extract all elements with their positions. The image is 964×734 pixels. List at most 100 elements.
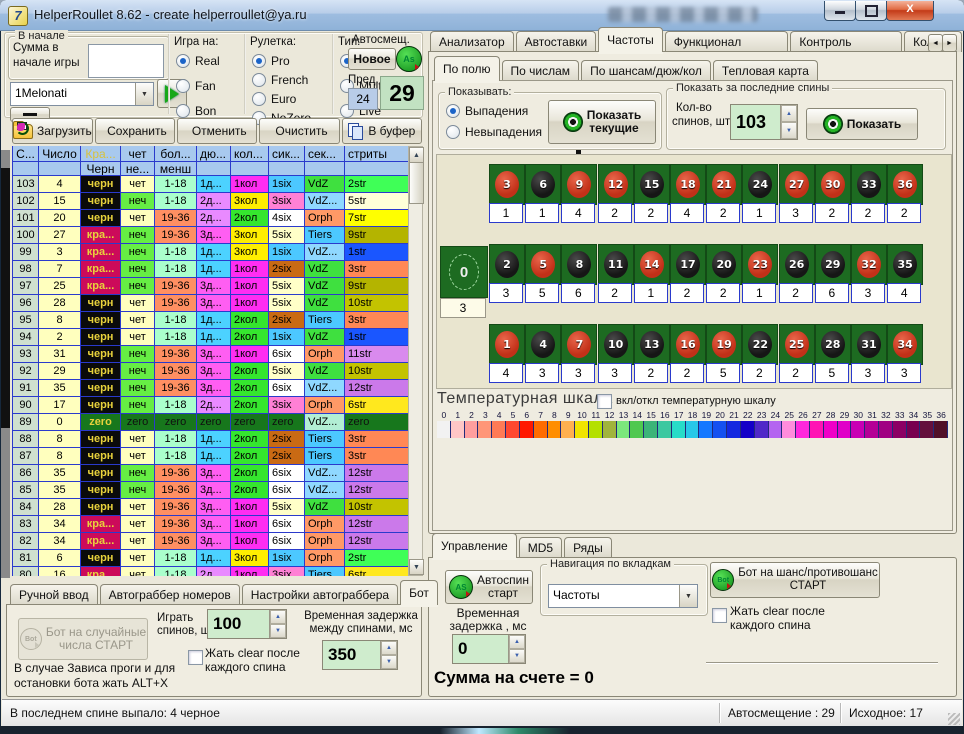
- autoshift-icon[interactable]: As: [396, 46, 422, 72]
- nav-combobox[interactable]: Частоты ▼: [548, 584, 698, 608]
- table-cell: сик...: [269, 146, 305, 162]
- radio-icon[interactable]: [176, 104, 190, 118]
- table-cell: чет: [121, 176, 155, 193]
- tab-main-5[interactable]: Контроль банкролла: [790, 31, 902, 52]
- board-count: 2: [598, 203, 632, 223]
- table-cell: VdZ...: [305, 465, 345, 482]
- board-number: 9: [567, 171, 591, 198]
- radio-icon[interactable]: [446, 125, 460, 139]
- temp-scale-value: 29: [838, 410, 852, 421]
- table-cell: 2six: [269, 261, 305, 278]
- radio-icon[interactable]: [252, 92, 266, 106]
- toolbar-button-copy[interactable]: В буфер: [342, 118, 422, 144]
- clear-after-spin-checkbox[interactable]: [188, 650, 203, 665]
- spin-up-icon[interactable]: ▲: [270, 610, 286, 624]
- board-number-cell: 6: [525, 164, 561, 205]
- temp-scale-checkbox[interactable]: [597, 394, 612, 409]
- table-row: 9331черннеч19-363д...1кол6sixOrph11str: [13, 346, 409, 363]
- temp-scale-value: 22: [741, 410, 755, 421]
- radio-icon[interactable]: [176, 54, 190, 68]
- tab-sub-1[interactable]: По полю: [434, 56, 500, 81]
- close-button[interactable]: X: [886, 1, 934, 21]
- tab-main-3[interactable]: Частоты: [598, 27, 663, 52]
- table-cell: 100: [13, 227, 39, 244]
- spin-down-icon[interactable]: ▼: [509, 649, 525, 663]
- tab-control-3[interactable]: Ряды: [564, 537, 612, 558]
- start-sum-input[interactable]: [88, 44, 164, 78]
- toolbar-button-undo[interactable]: Отменить: [177, 118, 257, 144]
- table-cell: 94: [13, 329, 39, 346]
- tab-input-2[interactable]: Автограббер номеров: [100, 584, 240, 605]
- temp-scale-value: 34: [907, 410, 921, 421]
- chevron-down-icon[interactable]: ▼: [135, 83, 153, 105]
- tab-sub-2[interactable]: По числам: [502, 60, 580, 81]
- table-scrollbar-thumb[interactable]: [409, 162, 424, 204]
- tab-main-4[interactable]: Функционал PsevdoMS: [665, 31, 789, 52]
- table-cell: 12str: [345, 516, 409, 533]
- tab-main-1[interactable]: Анализатор: [430, 31, 514, 52]
- tab-input-3[interactable]: Настройки автограббера: [242, 584, 398, 605]
- scroll-up-icon[interactable]: ▲: [409, 147, 424, 163]
- table-scrollbar[interactable]: ▲ ▼: [408, 146, 423, 576]
- radio-option-real[interactable]: Real: [176, 52, 220, 70]
- radio-icon[interactable]: [252, 73, 266, 87]
- delay-label1: Временная: [448, 606, 528, 620]
- resize-grip[interactable]: [948, 713, 960, 725]
- spin-down-icon[interactable]: ▼: [381, 655, 397, 669]
- radio-icon[interactable]: [176, 79, 190, 93]
- profile-combobox[interactable]: 1Melonati ▼: [10, 82, 154, 106]
- spin-delay-stepper[interactable]: 350 ▲▼: [322, 640, 398, 670]
- tab-main-2[interactable]: Автоставки: [516, 31, 597, 52]
- bot-random-start-button[interactable]: Bot Бот на случайныечисла СТАРТ: [18, 618, 148, 660]
- left-scrollbar-thumb[interactable]: [1, 168, 10, 428]
- table-cell: кра...: [81, 261, 121, 278]
- bot-chance-start-button[interactable]: Bot Бот на шанс/противошансСТАРТ: [710, 562, 880, 598]
- temp-scale-color: [893, 421, 907, 438]
- radio-option-fan[interactable]: Fan: [176, 77, 220, 95]
- table-cell: 3д...: [197, 380, 231, 397]
- scroll-down-icon[interactable]: ▼: [409, 559, 424, 575]
- autospin-start-button[interactable]: AS Автоспинстарт: [445, 570, 533, 604]
- show-current-button[interactable]: Показатьтекущие: [548, 100, 656, 144]
- new-autoshift-button[interactable]: Новое: [348, 48, 396, 70]
- show-button[interactable]: Показать: [806, 108, 918, 140]
- spin-count-stepper[interactable]: 103 ▲▼: [730, 104, 798, 140]
- radio-option-misses[interactable]: Невыпадения: [446, 123, 542, 141]
- tab-sub-3[interactable]: По шансам/дюж/кол: [581, 60, 711, 81]
- board-number: 22: [748, 331, 772, 358]
- clear-after-spin-checkbox-right[interactable]: [712, 608, 727, 623]
- table-cell: 12str: [345, 533, 409, 550]
- tab-scroll-left-icon[interactable]: ◄: [928, 34, 943, 52]
- spin-up-icon[interactable]: ▲: [381, 641, 397, 655]
- tab-sub-4[interactable]: Тепловая карта: [713, 60, 818, 81]
- radio-icon[interactable]: [446, 104, 460, 118]
- tab-input-1[interactable]: Ручной ввод: [10, 584, 98, 605]
- radio-option-hits[interactable]: Выпадения: [446, 102, 542, 120]
- board-number-cell: 36: [887, 164, 923, 205]
- radio-option-french[interactable]: French: [252, 71, 311, 89]
- spin-up-icon[interactable]: ▲: [509, 635, 525, 649]
- clear-right-label2: каждого спина: [730, 618, 811, 632]
- temp-scale-column: 14: [630, 410, 644, 438]
- left-scrollbar[interactable]: [1, 150, 10, 578]
- chevron-down-icon[interactable]: ▼: [679, 585, 697, 607]
- temp-scale-value: 23: [755, 410, 769, 421]
- tab-control-2[interactable]: MD5: [519, 537, 562, 558]
- play-spins-stepper[interactable]: 100 ▲▼: [207, 609, 287, 639]
- radio-icon[interactable]: [252, 54, 266, 68]
- toolbar-button-clear[interactable]: Очистить: [259, 118, 339, 144]
- tab-control-1[interactable]: Управление: [432, 533, 517, 558]
- tab-input-4[interactable]: Бот: [400, 580, 438, 605]
- spin-up-icon[interactable]: ▲: [781, 105, 797, 122]
- tab-scroll-right-icon[interactable]: ►: [942, 34, 957, 52]
- minimize-button[interactable]: [824, 1, 856, 21]
- radio-option-euro[interactable]: Euro: [252, 90, 311, 108]
- delay-stepper[interactable]: 0 ▲▼: [452, 634, 526, 664]
- maximize-button[interactable]: [855, 1, 887, 21]
- spin-down-icon[interactable]: ▼: [781, 122, 797, 139]
- spin-down-icon[interactable]: ▼: [270, 624, 286, 638]
- table-cell: 1six: [269, 176, 305, 193]
- radio-option-pro[interactable]: Pro: [252, 52, 311, 70]
- toolbar-button-save[interactable]: Сохранить: [95, 118, 175, 144]
- temp-scale-value: 13: [617, 410, 631, 421]
